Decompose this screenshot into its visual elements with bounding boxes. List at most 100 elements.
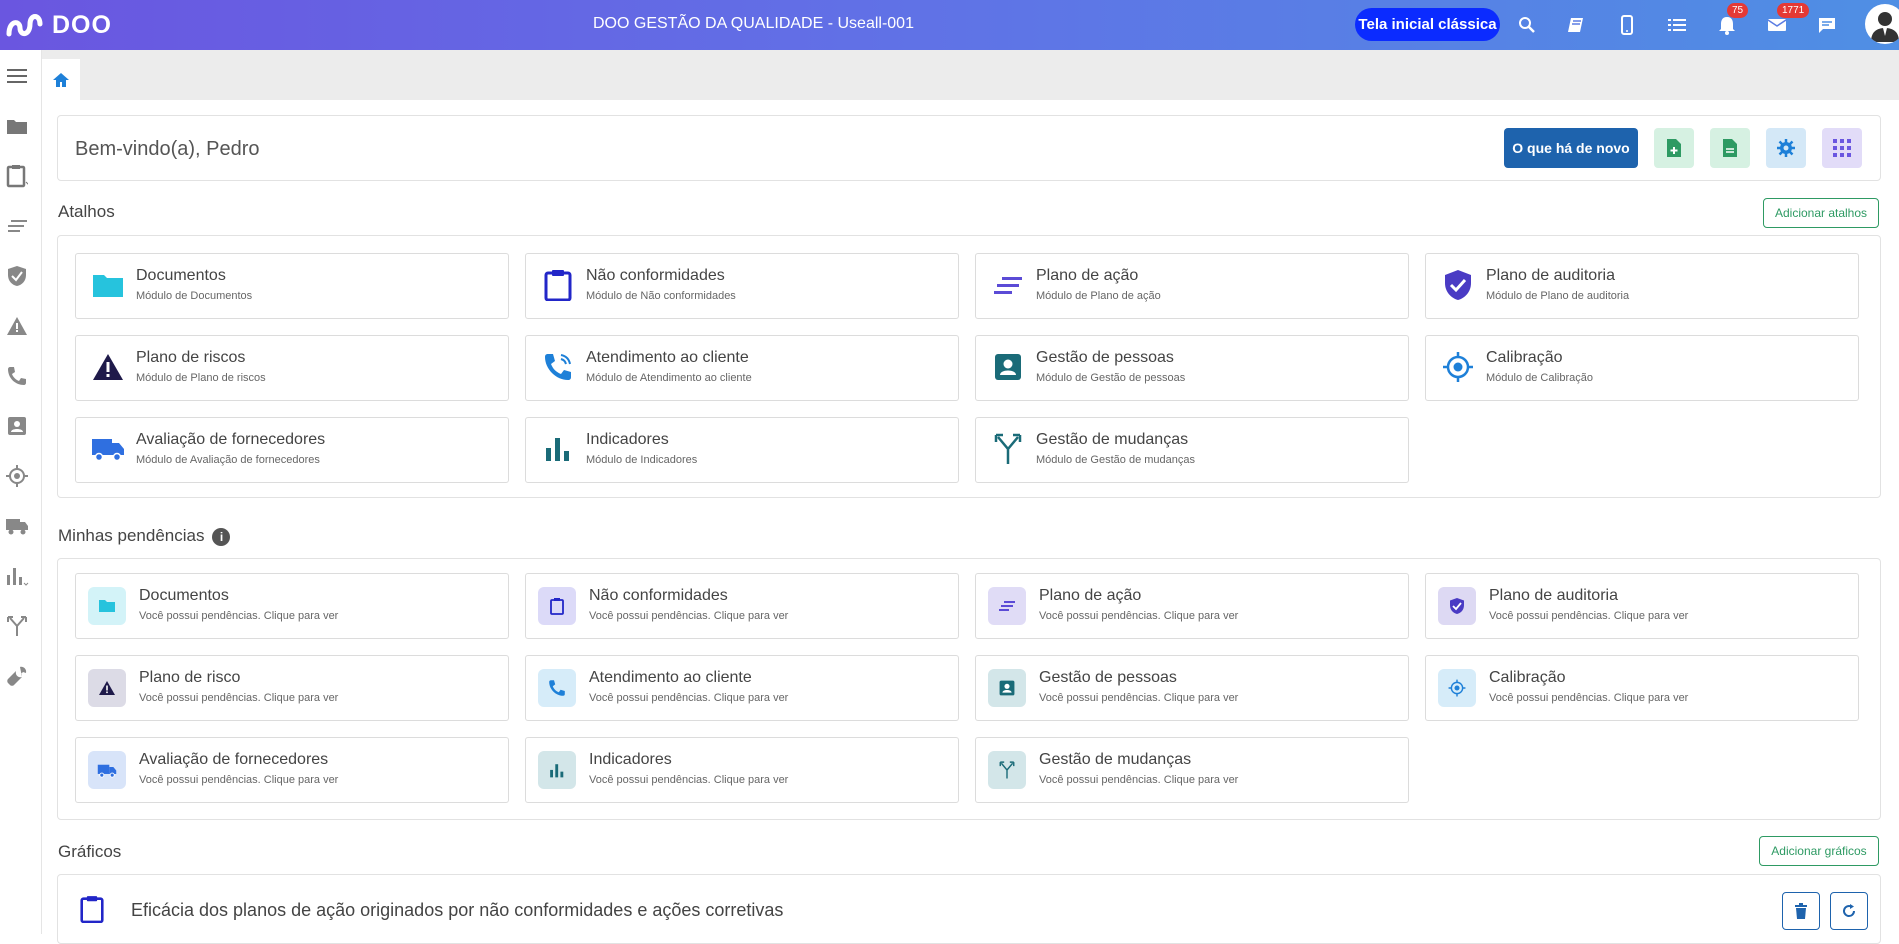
truck-icon: [88, 751, 126, 789]
file-text-icon: [1723, 139, 1737, 157]
warning-icon: [88, 669, 126, 707]
shortcut-card-indicadores[interactable]: Indicadores Módulo de Indicadores: [525, 417, 959, 483]
shortcut-card-plano-de-riscos[interactable]: Plano de riscos Módulo de Plano de risco…: [75, 335, 509, 401]
welcome-panel: Bem-vindo(a), Pedro O que há de novo: [57, 115, 1881, 181]
welcome-text: Bem-vindo(a), Pedro: [75, 138, 260, 160]
shortcut-card-plano-de-auditoria[interactable]: Plano de auditoria Módulo de Plano de au…: [1425, 253, 1859, 319]
warning-icon: [90, 349, 126, 385]
refresh-chart-button[interactable]: [1830, 892, 1868, 930]
pending-card-documentos[interactable]: Documentos Você possui pendências. Cliqu…: [75, 573, 509, 639]
shortcut-title: Gestão de pessoas: [1036, 349, 1174, 366]
pending-subtitle: Você possui pendências. Clique para ver: [139, 692, 339, 704]
pending-card-nao-conformidades[interactable]: Não conformidades Você possui pendências…: [525, 573, 959, 639]
refresh-icon: [1843, 904, 1856, 917]
grid-icon: [1833, 139, 1851, 157]
classic-home-button[interactable]: Tela inicial clássica: [1355, 8, 1500, 41]
doo-logo-icon: [6, 14, 43, 37]
pending-subtitle: Você possui pendências. Clique para ver: [589, 774, 789, 786]
shortcut-subtitle: Módulo de Não conformidades: [586, 290, 736, 302]
shortcut-card-plano-de-acao[interactable]: Plano de ação Módulo de Plano de ação: [975, 253, 1409, 319]
document-button[interactable]: [1710, 128, 1750, 168]
pending-panel: Documentos Você possui pendências. Cliqu…: [57, 558, 1881, 820]
chat-icon[interactable]: [1813, 11, 1841, 39]
sidebar-wrench-icon[interactable]: [0, 659, 34, 693]
bar-chart-icon: [540, 431, 576, 467]
list-icon[interactable]: [1663, 11, 1691, 39]
delete-chart-button[interactable]: [1782, 892, 1820, 930]
shortcut-title: Não conformidades: [586, 267, 725, 284]
tab-strip: [42, 50, 1899, 100]
shortcuts-title: Atalhos: [58, 202, 115, 221]
pending-card-avaliacao-fornecedores[interactable]: Avaliação de fornecedores Você possui pe…: [75, 737, 509, 803]
pending-subtitle: Você possui pendências. Clique para ver: [589, 610, 789, 622]
sidebar-merge-icon[interactable]: [0, 609, 34, 643]
sidebar-lines-icon[interactable]: [0, 209, 34, 243]
charts-title: Gráficos: [58, 842, 122, 861]
apps-button[interactable]: [1822, 128, 1862, 168]
shortcut-title: Plano de ação: [1036, 267, 1139, 284]
shortcut-subtitle: Módulo de Gestão de mudanças: [1036, 454, 1195, 466]
messages-badge: 1771: [1777, 3, 1810, 18]
add-shortcuts-button[interactable]: Adicionar atalhos: [1763, 198, 1879, 228]
shortcut-title: Gestão de mudanças: [1036, 431, 1189, 448]
pending-card-atendimento[interactable]: Atendimento ao cliente Você possui pendê…: [525, 655, 959, 721]
sidebar-person-card-icon[interactable]: [0, 409, 34, 443]
pending-card-gestao-de-pessoas[interactable]: Gestão de pessoas Você possui pendências…: [975, 655, 1409, 721]
shield-check-icon: [1438, 587, 1476, 625]
settings-button[interactable]: [1766, 128, 1806, 168]
pending-card-plano-de-auditoria[interactable]: Plano de auditoria Você possui pendência…: [1425, 573, 1859, 639]
sidebar-phone-icon[interactable]: [0, 359, 34, 393]
menu-icon[interactable]: [0, 59, 34, 93]
shortcut-card-avaliacao-fornecedores[interactable]: Avaliação de fornecedores Módulo de Aval…: [75, 417, 509, 483]
pending-card-plano-de-acao[interactable]: Plano de ação Você possui pendências. Cl…: [975, 573, 1409, 639]
info-icon[interactable]: i: [212, 527, 231, 546]
pending-title: Gestão de pessoas: [1039, 669, 1177, 686]
pending-card-indicadores[interactable]: Indicadores Você possui pendências. Cliq…: [525, 737, 959, 803]
pending-card-calibracao[interactable]: Calibração Você possui pendências. Cliqu…: [1425, 655, 1859, 721]
sidebar-truck-icon[interactable]: [0, 509, 34, 543]
brand-name: DOO: [52, 10, 112, 39]
add-document-button[interactable]: [1654, 128, 1694, 168]
chart-title: Eficácia dos planos de ação originados p…: [131, 900, 784, 920]
sidebar-target-icon[interactable]: [0, 459, 34, 493]
shortcut-title: Documentos: [136, 267, 226, 284]
notifications-badge: 75: [1727, 3, 1749, 18]
add-charts-button[interactable]: Adicionar gráficos: [1759, 836, 1879, 866]
pending-title: Atendimento ao cliente: [589, 669, 752, 686]
pending-card-gestao-de-mudancas[interactable]: Gestão de mudanças Você possui pendência…: [975, 737, 1409, 803]
pending-subtitle: Você possui pendências. Clique para ver: [589, 692, 789, 704]
bell-icon[interactable]: 75: [1713, 3, 1749, 39]
shortcut-subtitle: Módulo de Atendimento ao cliente: [586, 372, 752, 384]
mobile-icon[interactable]: [1613, 11, 1641, 39]
shortcut-subtitle: Módulo de Avaliação de fornecedores: [136, 454, 320, 466]
sidebar-warning-icon[interactable]: [0, 309, 34, 343]
sidebar-folder-icon[interactable]: [0, 109, 34, 143]
pending-title: Plano de auditoria: [1489, 587, 1618, 604]
book-icon[interactable]: [1563, 11, 1591, 39]
search-icon[interactable]: [1513, 11, 1541, 39]
user-avatar[interactable]: [1865, 4, 1899, 44]
sidebar-bar-chart-icon[interactable]: [0, 559, 34, 593]
whats-new-button[interactable]: O que há de novo: [1504, 128, 1638, 168]
sidebar-clipboard-icon[interactable]: [0, 159, 34, 193]
target-icon: [1438, 669, 1476, 707]
shortcut-card-documentos[interactable]: Documentos Módulo de Documentos: [75, 253, 509, 319]
shortcut-title: Avaliação de fornecedores: [136, 431, 326, 448]
sidebar: [0, 50, 42, 934]
shortcut-subtitle: Módulo de Gestão de pessoas: [1036, 372, 1186, 384]
shortcut-card-gestao-de-pessoas[interactable]: Gestão de pessoas Módulo de Gestão de pe…: [975, 335, 1409, 401]
sidebar-shield-icon[interactable]: [0, 259, 34, 293]
tab-home[interactable]: [42, 59, 80, 100]
home-icon: [53, 72, 69, 87]
shortcut-card-calibracao[interactable]: Calibração Módulo de Calibração: [1425, 335, 1859, 401]
pending-title: Minhas pendências i: [58, 526, 231, 546]
pending-card-plano-de-risco[interactable]: Plano de risco Você possui pendências. C…: [75, 655, 509, 721]
mail-icon[interactable]: 1771: [1763, 3, 1810, 39]
shortcut-card-gestao-de-mudancas[interactable]: Gestão de mudanças Módulo de Gestão de m…: [975, 417, 1409, 483]
shortcut-card-atendimento[interactable]: Atendimento ao cliente Módulo de Atendim…: [525, 335, 959, 401]
shortcut-subtitle: Módulo de Indicadores: [586, 454, 698, 466]
person-card-icon: [988, 669, 1026, 707]
shortcut-card-nao-conformidades[interactable]: Não conformidades Módulo de Não conformi…: [525, 253, 959, 319]
shortcut-subtitle: Módulo de Plano de auditoria: [1486, 290, 1630, 302]
brand-logo[interactable]: DOO: [6, 10, 112, 40]
